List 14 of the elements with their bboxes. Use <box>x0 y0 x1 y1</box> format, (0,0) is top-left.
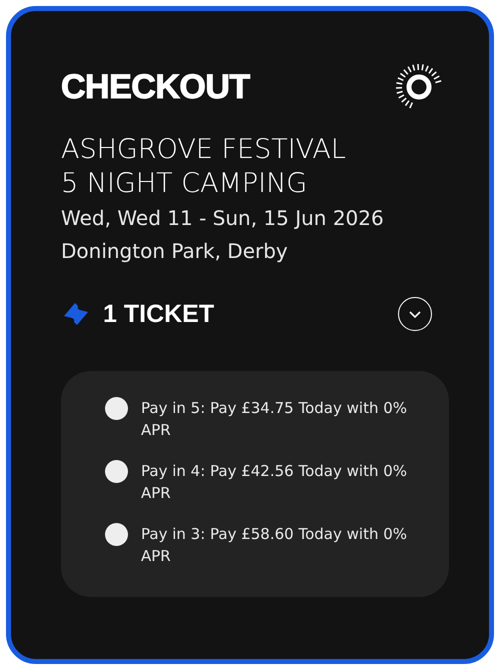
event-dates: Wed, Wed 11 - Sun, 15 Jun 2026 <box>61 205 384 232</box>
ticket-count: 1 TICKET <box>103 300 214 328</box>
option-label: Pay in 4: Pay £42.56 Today with 0% APR <box>141 461 408 504</box>
page-title: CHECKOUT <box>61 68 250 106</box>
radio-button[interactable] <box>105 460 128 483</box>
event-venue: Donington Park, Derby <box>61 238 288 265</box>
expand-button[interactable] <box>398 297 432 331</box>
chevron-icon <box>408 309 422 319</box>
sun-logo-icon <box>395 63 443 111</box>
radio-button[interactable] <box>105 523 128 546</box>
radio-button[interactable] <box>105 397 128 420</box>
option-label: Pay in 3: Pay £58.60 Today with 0% APR <box>141 524 408 567</box>
option-label: Pay in 5: Pay £34.75 Today with 0% APR <box>141 398 408 441</box>
event-title: ASHGROVE FESTIVAL 5 NIGHT CAMPING <box>61 133 346 201</box>
